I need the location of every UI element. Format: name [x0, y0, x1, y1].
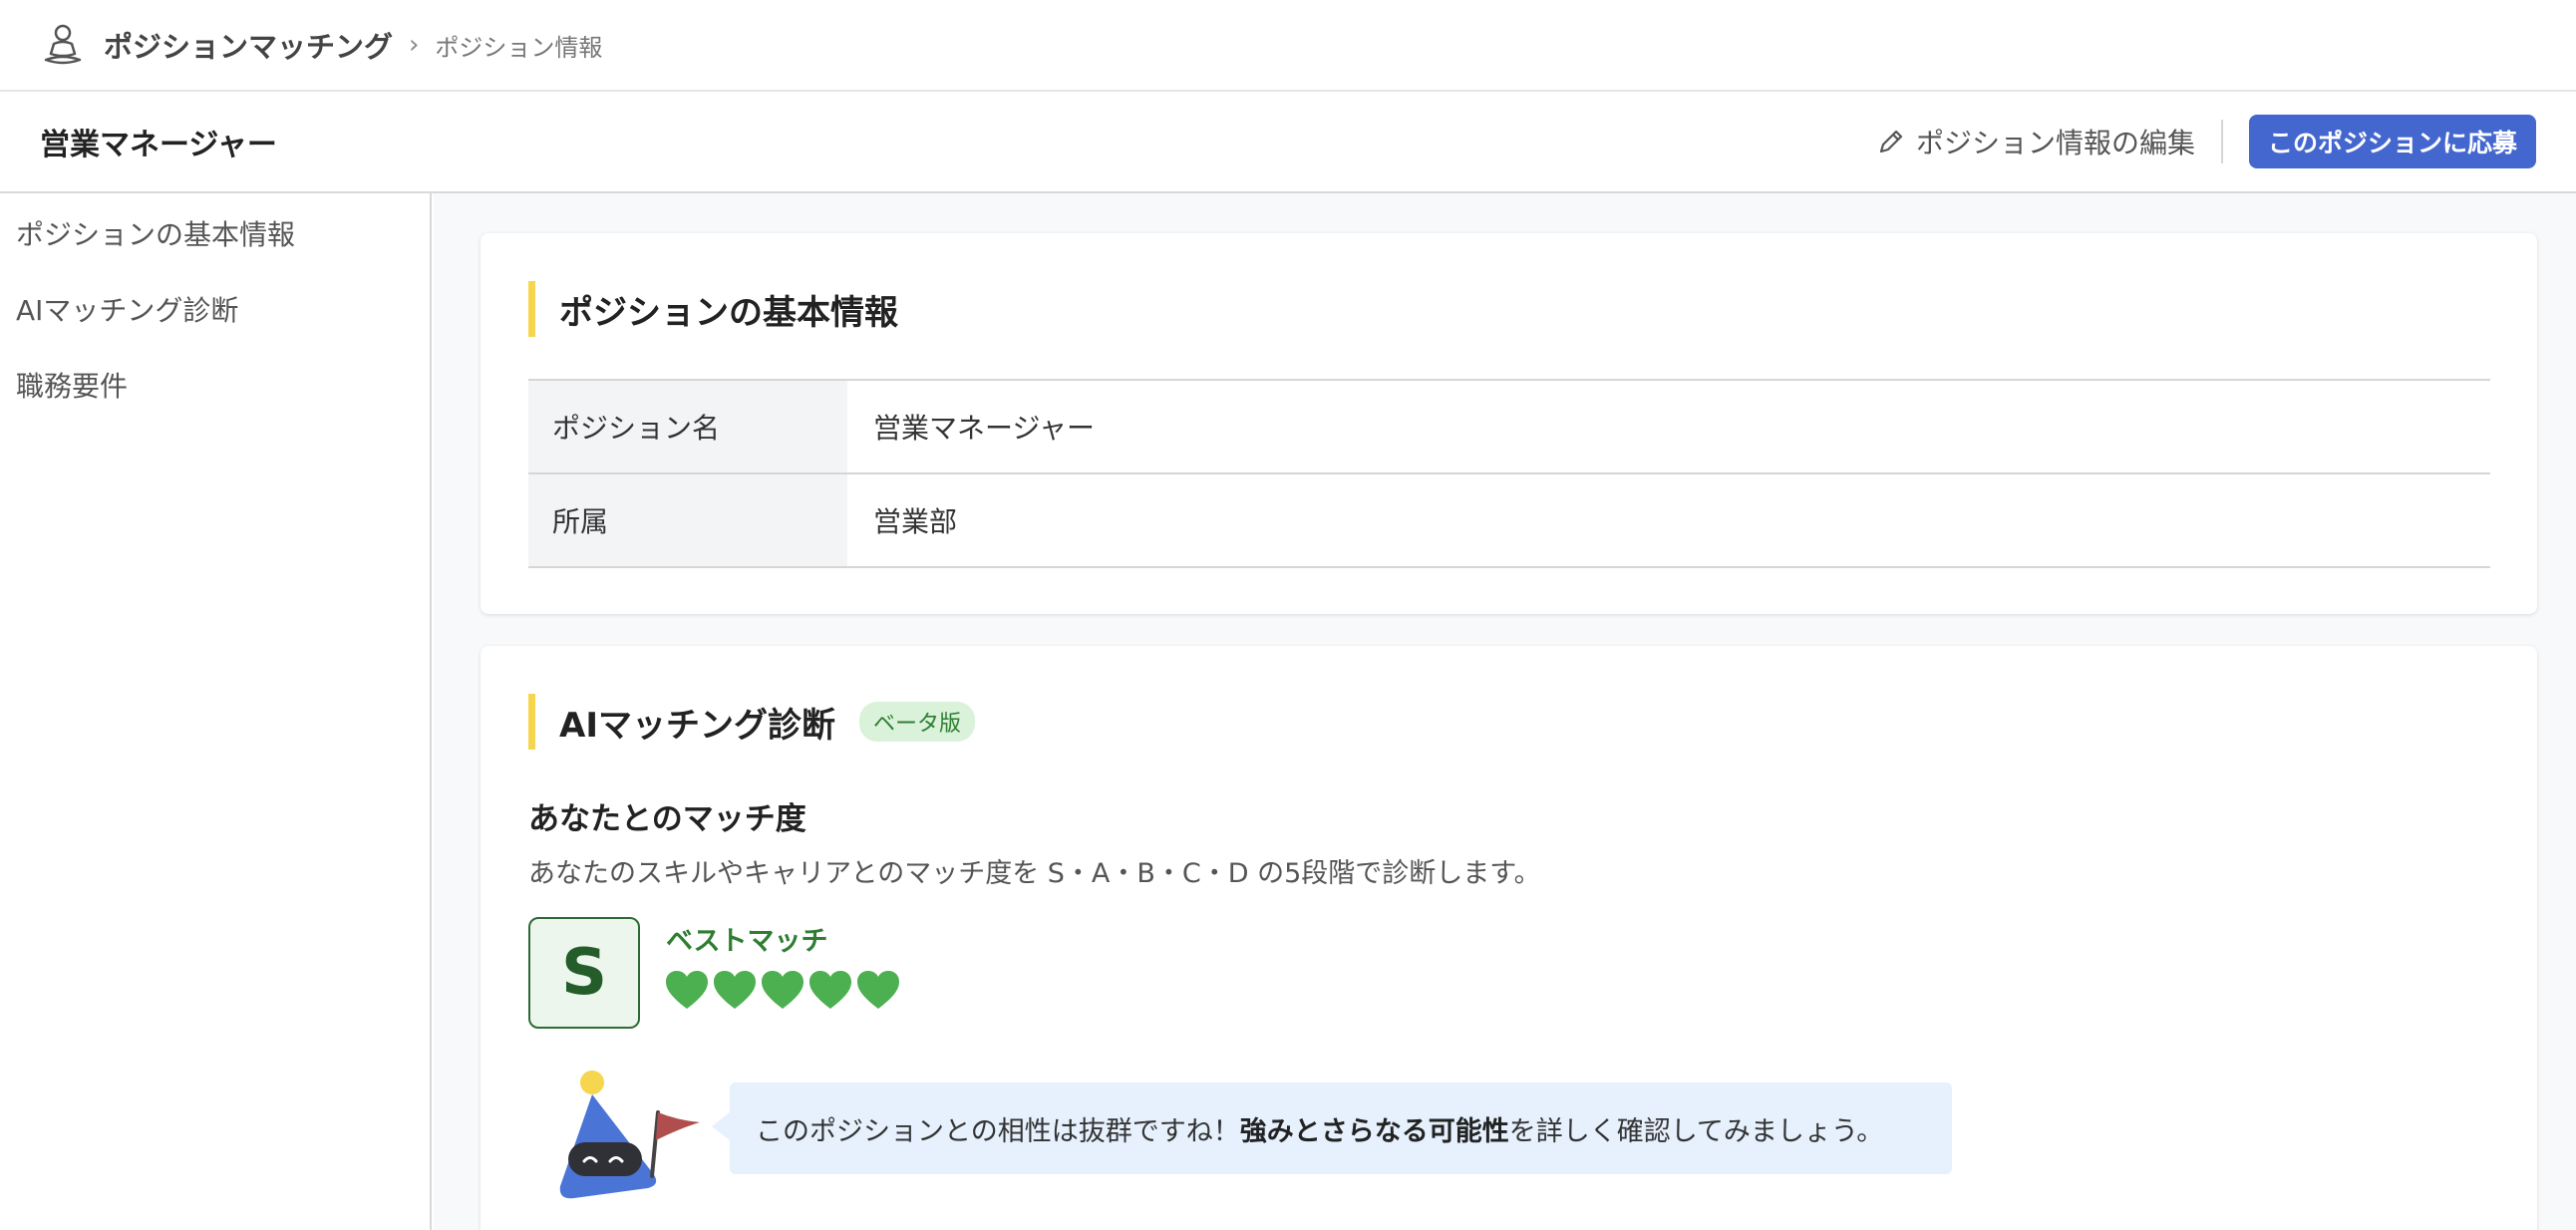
row-value: 営業マネージャー — [847, 379, 2490, 474]
match-heading: あなたとのマッチ度 — [528, 801, 806, 837]
message-text-after: を詳しく確認してみましょう。 — [1508, 1115, 1884, 1147]
ai-matching-title-text: AIマッチング診断 — [559, 705, 835, 746]
heart-icon — [666, 971, 708, 1009]
match-description: あなたのスキルやキャリアとのマッチ度を S・A・B・C・D の5段階で診断します… — [528, 858, 1541, 889]
sidebar: ポジションの基本情報 AIマッチング診断 職務要件 — [0, 193, 432, 1230]
heart-icon — [762, 971, 804, 1009]
main-content[interactable]: ポジションの基本情報 ポジション名 営業マネージャー 所属 営業部 AIマッチン… — [434, 193, 2576, 1230]
pencil-icon — [1879, 130, 1903, 154]
heart-icon — [809, 971, 851, 1009]
match-grade-badge: S — [528, 917, 640, 1029]
edit-position-label: ポジション情報の編集 — [1915, 127, 2195, 159]
heart-icon — [714, 971, 756, 1009]
sidebar-item-ai-matching[interactable]: AIマッチング診断 — [0, 273, 430, 349]
apply-position-button[interactable]: このポジションに応募 — [2249, 115, 2536, 168]
breadcrumb-separator: › — [409, 30, 420, 60]
ai-matching-title: AIマッチング診断 ベータ版 — [528, 694, 975, 750]
position-header: 営業マネージャー ポジション情報の編集 このポジションに応募 — [0, 92, 2576, 193]
app-logo-icon[interactable] — [40, 22, 86, 68]
table-row: 所属 営業部 — [528, 472, 2490, 568]
match-grade-label: ベストマッチ — [666, 926, 828, 957]
edit-position-button[interactable]: ポジション情報の編集 — [1876, 120, 2223, 163]
ai-matching-card: AIマッチング診断 ベータ版 あなたとのマッチ度 あなたのスキルやキャリアとのマ… — [481, 646, 2537, 1230]
breadcrumb-current: ポジション情報 — [435, 33, 603, 62]
basic-info-title-text: ポジションの基本情報 — [559, 292, 898, 333]
message-text-before: このポジションとの相性は抜群ですね！ — [756, 1115, 1240, 1147]
row-value: 営業部 — [847, 472, 2490, 568]
basic-info-title: ポジションの基本情報 — [528, 281, 898, 337]
ai-message-bubble: このポジションとの相性は抜群ですね！ 強みとさらなる可能性 を詳しく確認してみましょ… — [712, 1082, 1952, 1174]
beta-badge: ベータ版 — [858, 702, 975, 742]
app-name[interactable]: ポジションマッチング — [104, 24, 393, 66]
message-text-bold: 強みとさらなる可能性 — [1239, 1115, 1509, 1147]
match-hearts — [664, 969, 903, 1011]
heart-icon — [857, 971, 899, 1009]
top-bar: ポジションマッチング › ポジション情報 — [0, 0, 2576, 92]
robot-mascot-icon — [559, 1071, 700, 1199]
sidebar-item-basic-info[interactable]: ポジションの基本情報 — [0, 197, 430, 273]
basic-info-card: ポジションの基本情報 ポジション名 営業マネージャー 所属 営業部 — [481, 233, 2537, 614]
table-row: ポジション名 営業マネージャー — [528, 379, 2490, 474]
row-label: 所属 — [528, 472, 847, 568]
position-title: 営業マネージャー — [40, 128, 277, 162]
row-label: ポジション名 — [528, 379, 847, 474]
basic-info-table: ポジション名 営業マネージャー 所属 営業部 — [528, 379, 2490, 568]
sidebar-item-job-requirements[interactable]: 職務要件 — [0, 349, 430, 425]
